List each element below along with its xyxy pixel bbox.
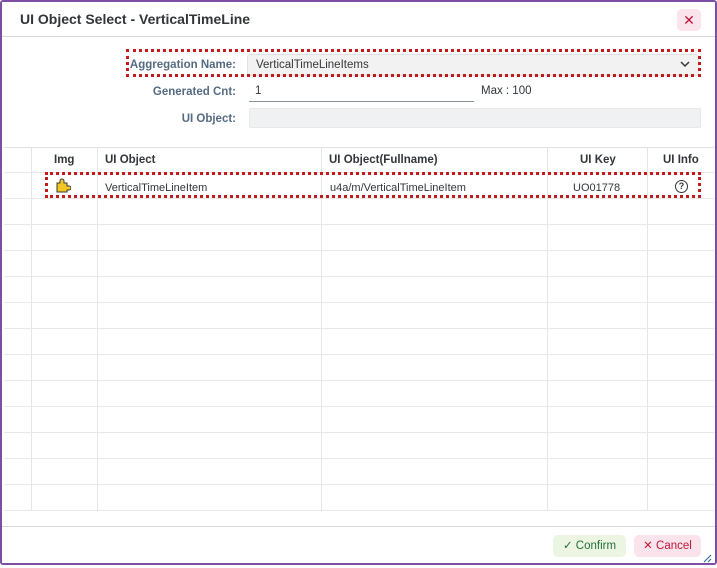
table-row-divider <box>4 172 715 173</box>
help-circle-icon[interactable]: ? <box>675 180 688 193</box>
chevron-down-icon <box>680 57 690 72</box>
table-row-divider <box>4 198 715 199</box>
max-count-text: Max : 100 <box>481 85 532 97</box>
table-column-divider <box>547 148 548 510</box>
column-header-ui-info[interactable]: UI Info <box>663 154 699 166</box>
table-row-divider <box>4 432 715 433</box>
column-header-ui-object[interactable]: UI Object <box>105 154 155 166</box>
close-icon: ✕ <box>643 540 653 552</box>
checkmark-icon: ✓ <box>562 540 573 552</box>
dialog-footer: ✓ Confirm ✕ Cancel <box>2 526 715 563</box>
cancel-button[interactable]: ✕ Cancel <box>634 535 701 557</box>
table-column-divider <box>647 148 648 510</box>
aggregation-name-value: VerticalTimeLineItems <box>256 59 369 71</box>
table-row-divider <box>4 510 715 511</box>
close-icon: ✕ <box>683 12 695 28</box>
row-fullname[interactable]: u4a/m/VerticalTimeLineItem <box>330 182 466 194</box>
cancel-label: Cancel <box>656 540 692 552</box>
table-row-divider <box>4 276 715 277</box>
dialog-header: UI Object Select - VerticalTimeLine ✕ <box>2 2 715 37</box>
table-row-divider <box>4 458 715 459</box>
resize-handle-icon[interactable] <box>702 550 712 563</box>
column-header-img[interactable]: Img <box>54 154 74 166</box>
table-row-divider <box>4 328 715 329</box>
row-ui-key[interactable]: UO01778 <box>573 182 620 194</box>
table-row-divider <box>4 380 715 381</box>
close-button[interactable]: ✕ <box>677 9 701 31</box>
table-row-divider <box>4 406 715 407</box>
table-row-divider <box>4 224 715 225</box>
table-column-divider <box>31 148 32 510</box>
table-column-divider <box>321 148 322 510</box>
column-header-ui-key[interactable]: UI Key <box>580 154 616 166</box>
puzzle-piece-icon <box>55 177 72 193</box>
aggregation-name-label: Aggregation Name: <box>129 59 236 71</box>
column-header-fullname[interactable]: UI Object(Fullname) <box>329 154 438 166</box>
table-row-divider <box>4 250 715 251</box>
row-ui-object[interactable]: VerticalTimeLineItem <box>105 182 207 194</box>
ui-object-input[interactable] <box>249 108 701 128</box>
table-row-divider <box>4 484 715 485</box>
aggregation-name-select[interactable]: VerticalTimeLineItems <box>247 54 699 76</box>
table-row-divider <box>4 354 715 355</box>
ui-object-label: UI Object: <box>181 113 236 125</box>
confirm-label: Confirm <box>575 540 617 552</box>
generated-cnt-label: Generated Cnt: <box>152 86 236 98</box>
ui-object-select-dialog: UI Object Select - VerticalTimeLine ✕ Ag… <box>0 0 717 565</box>
ui-object-table: Img UI Object UI Object(Fullname) UI Key… <box>4 147 715 511</box>
generated-cnt-input[interactable]: 1 <box>249 82 474 102</box>
dialog-title: UI Object Select - VerticalTimeLine <box>20 11 251 27</box>
confirm-button[interactable]: ✓ Confirm <box>553 535 626 557</box>
table-row-divider <box>4 302 715 303</box>
table-column-divider <box>97 148 98 510</box>
